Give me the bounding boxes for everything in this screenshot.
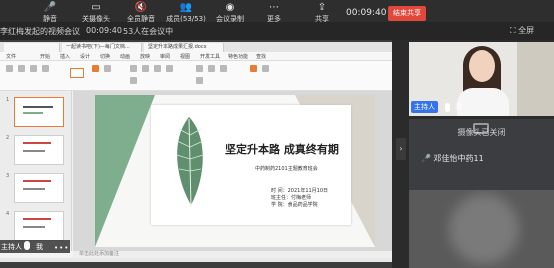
document-tabs: 一起读书吧(下)—每门文档... 坚定升本路成果汇报.docx <box>0 42 392 52</box>
slide-subtitle: 中药制药2101主题教育班会 <box>255 166 318 172</box>
menu-home[interactable]: 开始 <box>40 53 50 60</box>
slide-title: 坚定升本路 成真终有期 <box>225 143 339 156</box>
menu-animation[interactable]: 动画 <box>120 53 130 60</box>
person-face <box>469 50 495 82</box>
microphone-icon: 🎤 <box>43 2 57 13</box>
blurred-video <box>449 194 519 264</box>
slide-editor: 坚定升本路 成真终有期 中药制药2101主题教育班会 时 间：2021年11月1… <box>73 91 392 251</box>
align-center-icon[interactable] <box>208 65 215 72</box>
video-tile-participant[interactable] <box>409 190 554 268</box>
layout-icon[interactable] <box>92 65 99 72</box>
menu-slideshow[interactable]: 放映 <box>140 53 150 60</box>
microphone-icon <box>445 103 450 112</box>
align-left-icon[interactable] <box>196 65 203 72</box>
menu-devtools[interactable]: 开发工具 <box>200 53 220 60</box>
notes-field[interactable]: 单击此处添加备注 <box>73 251 392 258</box>
tab-doc-1[interactable]: 一起读书吧(下)—每门文档... <box>62 43 142 52</box>
shapes-icon[interactable] <box>250 65 257 72</box>
font-size-icon[interactable] <box>130 77 137 84</box>
paste-icon[interactable] <box>6 65 13 72</box>
new-slide-button[interactable] <box>70 68 84 78</box>
camera-off-status: 摄像头已关闭 <box>457 128 506 137</box>
format-painter-icon[interactable] <box>42 65 49 72</box>
fullscreen-icon: ⛶ <box>510 26 519 35</box>
menu-search[interactable]: 查找 <box>256 53 266 60</box>
slide-thumb-1[interactable] <box>14 97 64 127</box>
video-panel: 主持人 我 摄像头已关闭 🎤 邓佳怡中药11 <box>407 40 554 268</box>
fullscreen-button[interactable]: ⛶ 全屏 <box>510 25 534 36</box>
menu-review[interactable]: 审阅 <box>160 53 170 60</box>
italic-icon[interactable] <box>142 65 149 72</box>
slide-panel: 坚定升本路 成真终有期 中药制药2101主题教育班会 时 间：2021年11月1… <box>151 105 351 225</box>
cut-icon[interactable] <box>18 65 25 72</box>
self-label: 我 <box>455 103 462 111</box>
person-body <box>457 88 509 116</box>
more-icon: ⋯ <box>269 2 279 13</box>
thumb-number: 3 <box>6 173 10 179</box>
menu-transition[interactable]: 切换 <box>100 53 110 60</box>
more-icon[interactable]: ••• <box>54 244 69 252</box>
presentation-app: 一起读书吧(下)—每门文档... 坚定升本路成果汇报.docx 文件 开始 插入… <box>0 42 392 262</box>
participant-count: 53人在会议中 <box>123 27 174 36</box>
slide-thumb-3[interactable] <box>14 173 64 203</box>
reset-icon[interactable] <box>104 65 111 72</box>
slide-thumbnails: 1 2 3 4 <box>0 91 72 251</box>
camera-icon: ▭ <box>91 2 101 13</box>
arrange-icon[interactable] <box>262 65 269 72</box>
ribbon-toolbar <box>0 61 392 91</box>
meeting-window: 🎤 静音 ▭ 关摄像头 🔇 全员静音 👥 成员(53/53) ◉ 会议录制 ⋯ … <box>0 0 554 268</box>
slide-info: 时 间：2021年11月10日 班主任：付梅老师 学 院：食品药品学院 <box>271 188 329 208</box>
menu-insert[interactable]: 插入 <box>60 53 70 60</box>
share-icon: ⇪ <box>317 2 327 13</box>
menu-features[interactable]: 特色功能 <box>228 53 248 60</box>
underline-icon[interactable] <box>154 65 161 72</box>
line-spacing-icon[interactable] <box>196 77 203 84</box>
align-right-icon[interactable] <box>220 65 227 72</box>
slide-thumb-4[interactable] <box>14 211 64 241</box>
collapse-panel-button[interactable]: › <box>396 138 406 160</box>
video-tile-participant[interactable]: 摄像头已关闭 🎤 邓佳怡中药11 <box>409 119 554 193</box>
record-icon: ◉ <box>225 2 235 13</box>
menu-file[interactable]: 文件 <box>6 53 16 60</box>
font-color-icon[interactable] <box>166 65 173 72</box>
host-tag: 主持人 <box>411 101 438 113</box>
chevron-right-icon: › <box>399 144 403 153</box>
host-tag: 主持人 <box>1 243 22 251</box>
copy-icon[interactable] <box>30 65 37 72</box>
current-slide[interactable]: 坚定升本路 成真终有期 中药制药2101主题教育班会 时 间：2021年11月1… <box>95 95 375 247</box>
microphone-icon <box>24 241 30 250</box>
meeting-clock: 00:09:40 <box>346 8 387 18</box>
leaf-illustration <box>176 117 204 208</box>
slide-decoration <box>95 95 155 247</box>
slide-thumb-2[interactable] <box>14 135 64 165</box>
meeting-title: 李红梅发起的视频会议 <box>0 27 80 36</box>
participant-name: 🎤 邓佳怡中药11 <box>421 154 484 163</box>
video-tile-host[interactable]: 主持人 我 <box>409 42 554 116</box>
thumb-number: 4 <box>6 211 10 217</box>
tab-doc-2[interactable]: 坚定升本路成果汇报.docx <box>144 43 224 52</box>
status-bar <box>0 258 392 262</box>
end-share-button[interactable]: 结束共享 <box>388 6 426 21</box>
tab-home[interactable] <box>4 43 60 52</box>
meeting-duration: 00:09:40 <box>86 26 122 35</box>
menu-design[interactable]: 设计 <box>80 53 90 60</box>
microphone-icon: 🎤 <box>421 154 431 163</box>
members-icon: 👥 <box>179 2 193 13</box>
menu-view[interactable]: 视图 <box>180 53 190 60</box>
thumb-number: 2 <box>6 135 10 141</box>
thumb-number: 1 <box>6 97 10 103</box>
self-label: 我 <box>36 243 43 251</box>
mute-all-icon: 🔇 <box>134 2 148 13</box>
background-shelf <box>517 42 554 116</box>
bold-icon[interactable] <box>130 65 137 72</box>
meeting-info-bar <box>0 22 554 40</box>
menu-bar: 文件 开始 插入 设计 切换 动画 放映 审阅 视图 开发工具 特色功能 查找 <box>0 52 392 61</box>
